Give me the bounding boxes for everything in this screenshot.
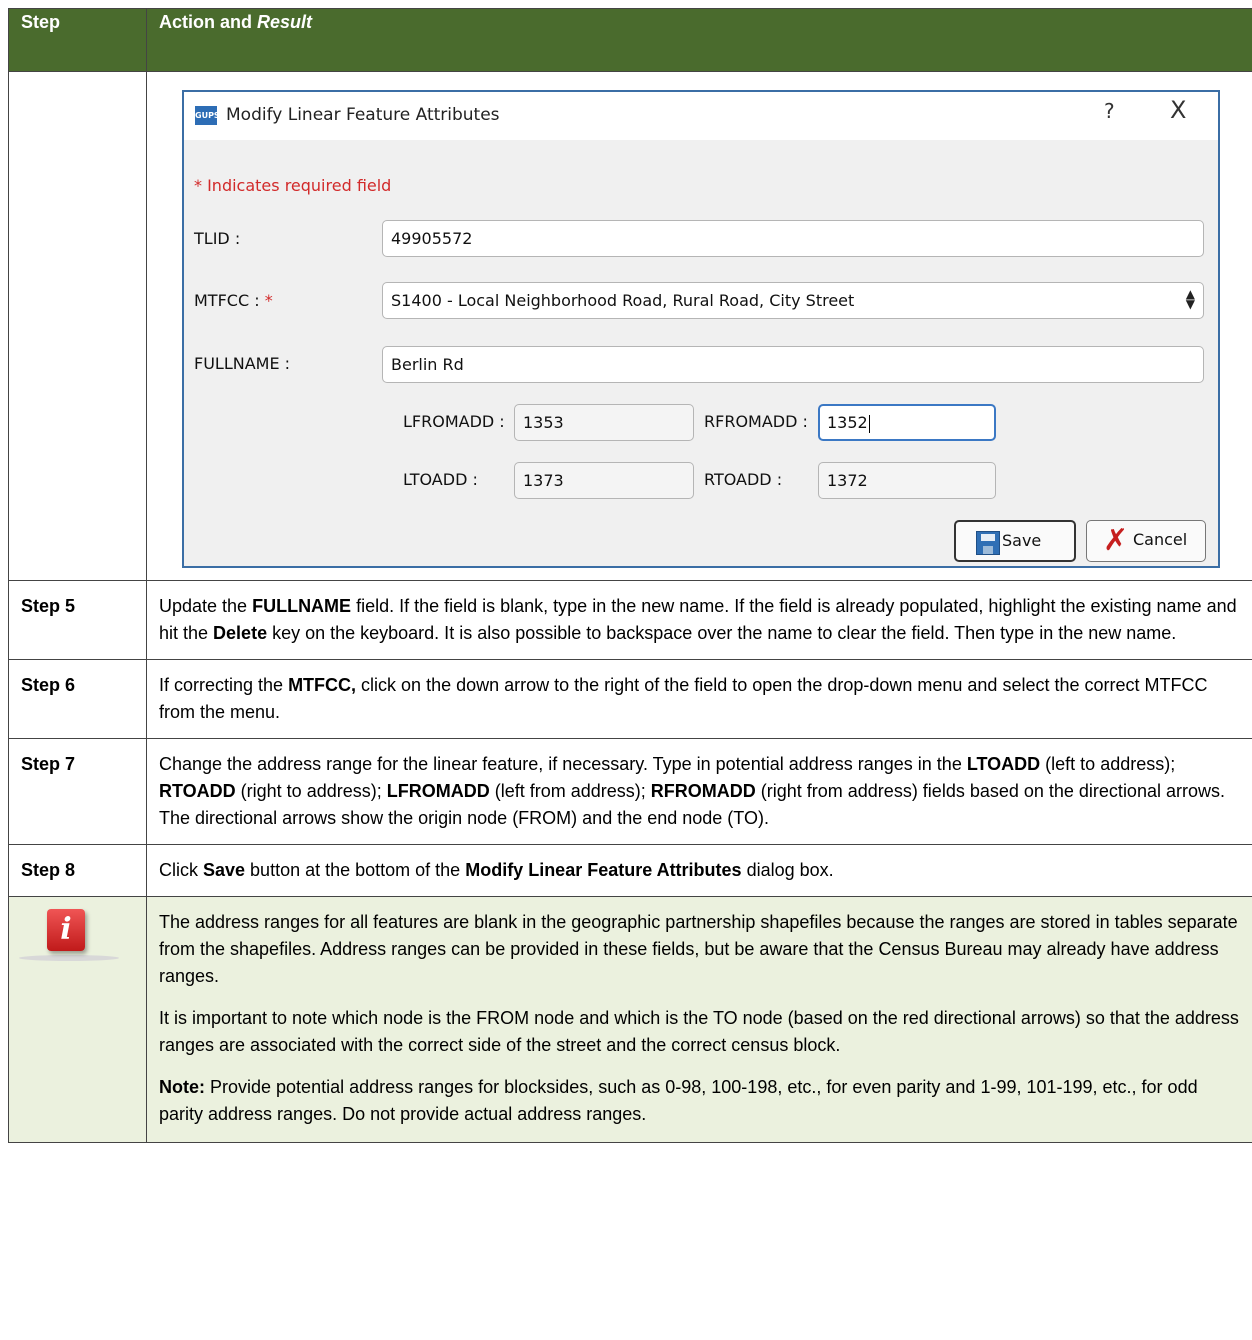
help-button[interactable]: ? [1104, 101, 1115, 121]
mtfcc-selected-value: S1400 - Local Neighborhood Road, Rural R… [391, 291, 855, 310]
note-label: Note: [159, 1077, 205, 1097]
note-paragraph: Note: Provide potential address ranges f… [159, 1074, 1240, 1128]
step-number: Step 5 [8, 580, 147, 660]
text-caret [868, 414, 870, 433]
save-button[interactable]: Save [954, 520, 1076, 562]
dialog-title: Modify Linear Feature Attributes [226, 105, 500, 125]
bold-run: LTOADD [966, 754, 1041, 774]
table-header-row: Step Action and Result [8, 8, 1252, 72]
header-action-text: Action and [159, 12, 257, 32]
modify-linear-feature-dialog: GUPS Modify Linear Feature Attributes ? … [182, 90, 1220, 568]
app-icon: GUPS [195, 106, 220, 125]
step-row: Step 5 Update the FULLNAME field. If the… [8, 580, 1252, 660]
tlid-field[interactable]: 49905572 [382, 220, 1204, 257]
rtoadd-value: 1372 [827, 471, 868, 490]
text-run: Click [159, 860, 203, 880]
step-number: Step 6 [8, 659, 147, 739]
mtfcc-label: MTFCC : * [194, 291, 273, 311]
step-text: Change the address range for the linear … [146, 738, 1252, 845]
step-number: Step 8 [8, 844, 147, 897]
fullname-label: FULLNAME : [194, 354, 291, 373]
step-row: Step 6 If correcting the MTFCC, click on… [8, 659, 1252, 739]
ltoadd-field[interactable]: 1373 [514, 462, 694, 499]
lfromadd-field[interactable]: 1353 [514, 404, 694, 441]
header-action: Action and Result [146, 8, 1252, 72]
text-run: Update the [159, 596, 253, 616]
bold-run: FULLNAME [252, 596, 352, 616]
text-run: (left from address); [489, 781, 651, 801]
icon-shadow [19, 955, 119, 961]
ltoadd-label: LTOADD : [403, 470, 478, 489]
bold-run: RFROMADD [650, 781, 756, 801]
bold-run: Modify Linear Feature Attributes [465, 860, 742, 880]
floppy-disk-icon [976, 531, 1000, 555]
steps-table: Step Action and Result GUPS Modify Linea… [8, 8, 1252, 1143]
cancel-button[interactable]: ✗ Cancel [1086, 520, 1206, 562]
save-button-label: Save [1002, 531, 1042, 550]
rtoadd-label: RTOADD : [704, 470, 783, 489]
cancel-button-label: Cancel [1133, 530, 1188, 549]
empty-step-cell [8, 71, 147, 581]
step-text: If correcting the MTFCC, click on the do… [146, 659, 1252, 739]
text-run: (right to address); [235, 781, 387, 801]
text-run: Change the address range for the linear … [159, 754, 967, 774]
note-paragraph: It is important to note which node is th… [159, 1008, 1239, 1055]
bold-run: RTOADD [159, 781, 236, 801]
required-star: * [264, 291, 273, 310]
bold-run: MTFCC, [288, 675, 357, 695]
screenshot-row: GUPS Modify Linear Feature Attributes ? … [8, 71, 1252, 581]
step-row: Step 8 Click Save button at the bottom o… [8, 844, 1252, 897]
mtfcc-label-text: MTFCC : [194, 291, 265, 310]
fullname-value: Berlin Rd [391, 355, 464, 374]
dialog-title-bar: GUPS Modify Linear Feature Attributes ? … [184, 92, 1218, 140]
screenshot-cell: GUPS Modify Linear Feature Attributes ? … [146, 71, 1252, 581]
close-button[interactable]: X [1170, 98, 1186, 122]
bold-run: Save [203, 860, 246, 880]
tlid-value: 49905572 [391, 229, 473, 248]
rfromadd-value: 1352 [827, 413, 868, 432]
info-icon: i [9, 901, 127, 971]
note-paragraph-text: Provide potential address ranges for blo… [159, 1077, 1198, 1124]
fullname-field[interactable]: Berlin Rd [382, 346, 1204, 383]
note-text: The address ranges for all features are … [146, 896, 1252, 1143]
text-run: dialog box. [741, 860, 834, 880]
header-result-text: Result [257, 12, 313, 32]
bold-run: Delete [213, 623, 268, 643]
step-text: Update the FULLNAME field. If the field … [146, 580, 1252, 660]
lfromadd-value: 1353 [523, 413, 564, 432]
required-field-note: * Indicates required field [194, 176, 392, 195]
rfromadd-label: RFROMADD : [704, 412, 808, 431]
step-row: Step 7 Change the address range for the … [8, 738, 1252, 845]
rtoadd-field[interactable]: 1372 [818, 462, 996, 499]
spin-arrows-icon[interactable]: ▲ ▼ [1186, 288, 1195, 310]
step-text: Click Save button at the bottom of the M… [146, 844, 1252, 897]
rfromadd-field[interactable]: 1352 [818, 404, 996, 441]
note-row: i The address ranges for all features ar… [8, 896, 1252, 1143]
text-run: key on the keyboard. It is also possible… [267, 623, 1177, 643]
tlid-label: TLID : [194, 229, 241, 248]
header-step: Step [8, 8, 147, 72]
mtfcc-select[interactable]: S1400 - Local Neighborhood Road, Rural R… [382, 282, 1204, 319]
info-letter: i [47, 909, 85, 951]
bold-run: LFROMADD [386, 781, 490, 801]
text-run: button at the bottom of the [245, 860, 466, 880]
lfromadd-label: LFROMADD : [403, 412, 505, 431]
note-paragraph: The address ranges for all features are … [159, 912, 1238, 986]
text-run: (left to address); [1040, 754, 1176, 774]
step-number: Step 7 [8, 738, 147, 845]
text-run: If correcting the [159, 675, 289, 695]
red-x-icon: ✗ [1103, 523, 1129, 558]
note-icon-cell: i [8, 896, 147, 1143]
ltoadd-value: 1373 [523, 471, 564, 490]
